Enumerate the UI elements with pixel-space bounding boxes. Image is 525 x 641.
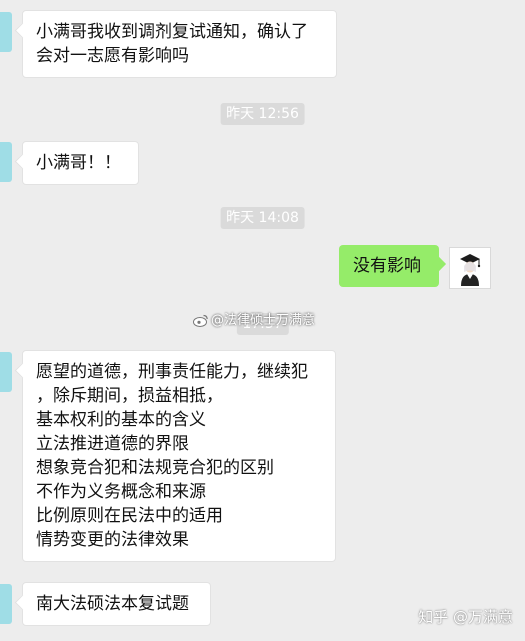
message-text: 基本权利的基本的含义 — [36, 410, 206, 430]
message-text: 想象竞合犯和法规竞合犯的区别 — [36, 458, 274, 478]
zhihu-watermark: 知乎 @万满意 — [418, 608, 513, 626]
message-bubble-incoming[interactable]: 愿望的道德，刑事责任能力，继续犯 ，除斥期间，损益相抵， 基本权利的基本的含义 … — [22, 350, 336, 562]
contact-avatar[interactable] — [0, 352, 12, 392]
contact-avatar[interactable] — [0, 584, 12, 624]
message-text: 情势变更的法律效果 — [36, 530, 189, 550]
message-text: 没有影响 — [353, 256, 421, 276]
message-text: 南大法硕法本复试题 — [36, 594, 189, 614]
message-text: 小满哥我收到调剂复试通知，确认了 — [36, 22, 308, 42]
my-avatar[interactable] — [449, 247, 491, 289]
message-bubble-outgoing[interactable]: 没有影响 — [339, 245, 439, 287]
weibo-watermark: @法律硕士万满意 — [193, 309, 315, 328]
message-text: 会对一志愿有影响吗 — [36, 46, 189, 66]
message-text: 不作为义务概念和来源 — [36, 482, 206, 502]
message-timestamp: 昨天 12:56 — [220, 103, 305, 125]
contact-avatar[interactable] — [0, 12, 12, 52]
weibo-logo-icon — [193, 314, 208, 327]
message-text: 比例原则在民法中的适用 — [36, 506, 223, 526]
message-text: ，除斥期间，损益相抵， — [36, 386, 223, 406]
message-text: 小满哥！！ — [36, 153, 121, 173]
message-bubble-incoming[interactable]: 南大法硕法本复试题 — [22, 582, 211, 626]
graduate-avatar-icon — [460, 254, 481, 286]
message-bubble-incoming[interactable]: 小满哥！！ — [22, 141, 139, 185]
weibo-watermark-text: @法律硕士万满意 — [211, 313, 316, 328]
message-text: 立法推进道德的界限 — [36, 434, 189, 454]
message-timestamp: 昨天 14:08 — [220, 207, 305, 229]
message-text: 愿望的道德，刑事责任能力，继续犯 — [36, 362, 308, 382]
message-bubble-incoming[interactable]: 小满哥我收到调剂复试通知，确认了 会对一志愿有影响吗 — [22, 10, 337, 78]
contact-avatar[interactable] — [0, 142, 12, 182]
